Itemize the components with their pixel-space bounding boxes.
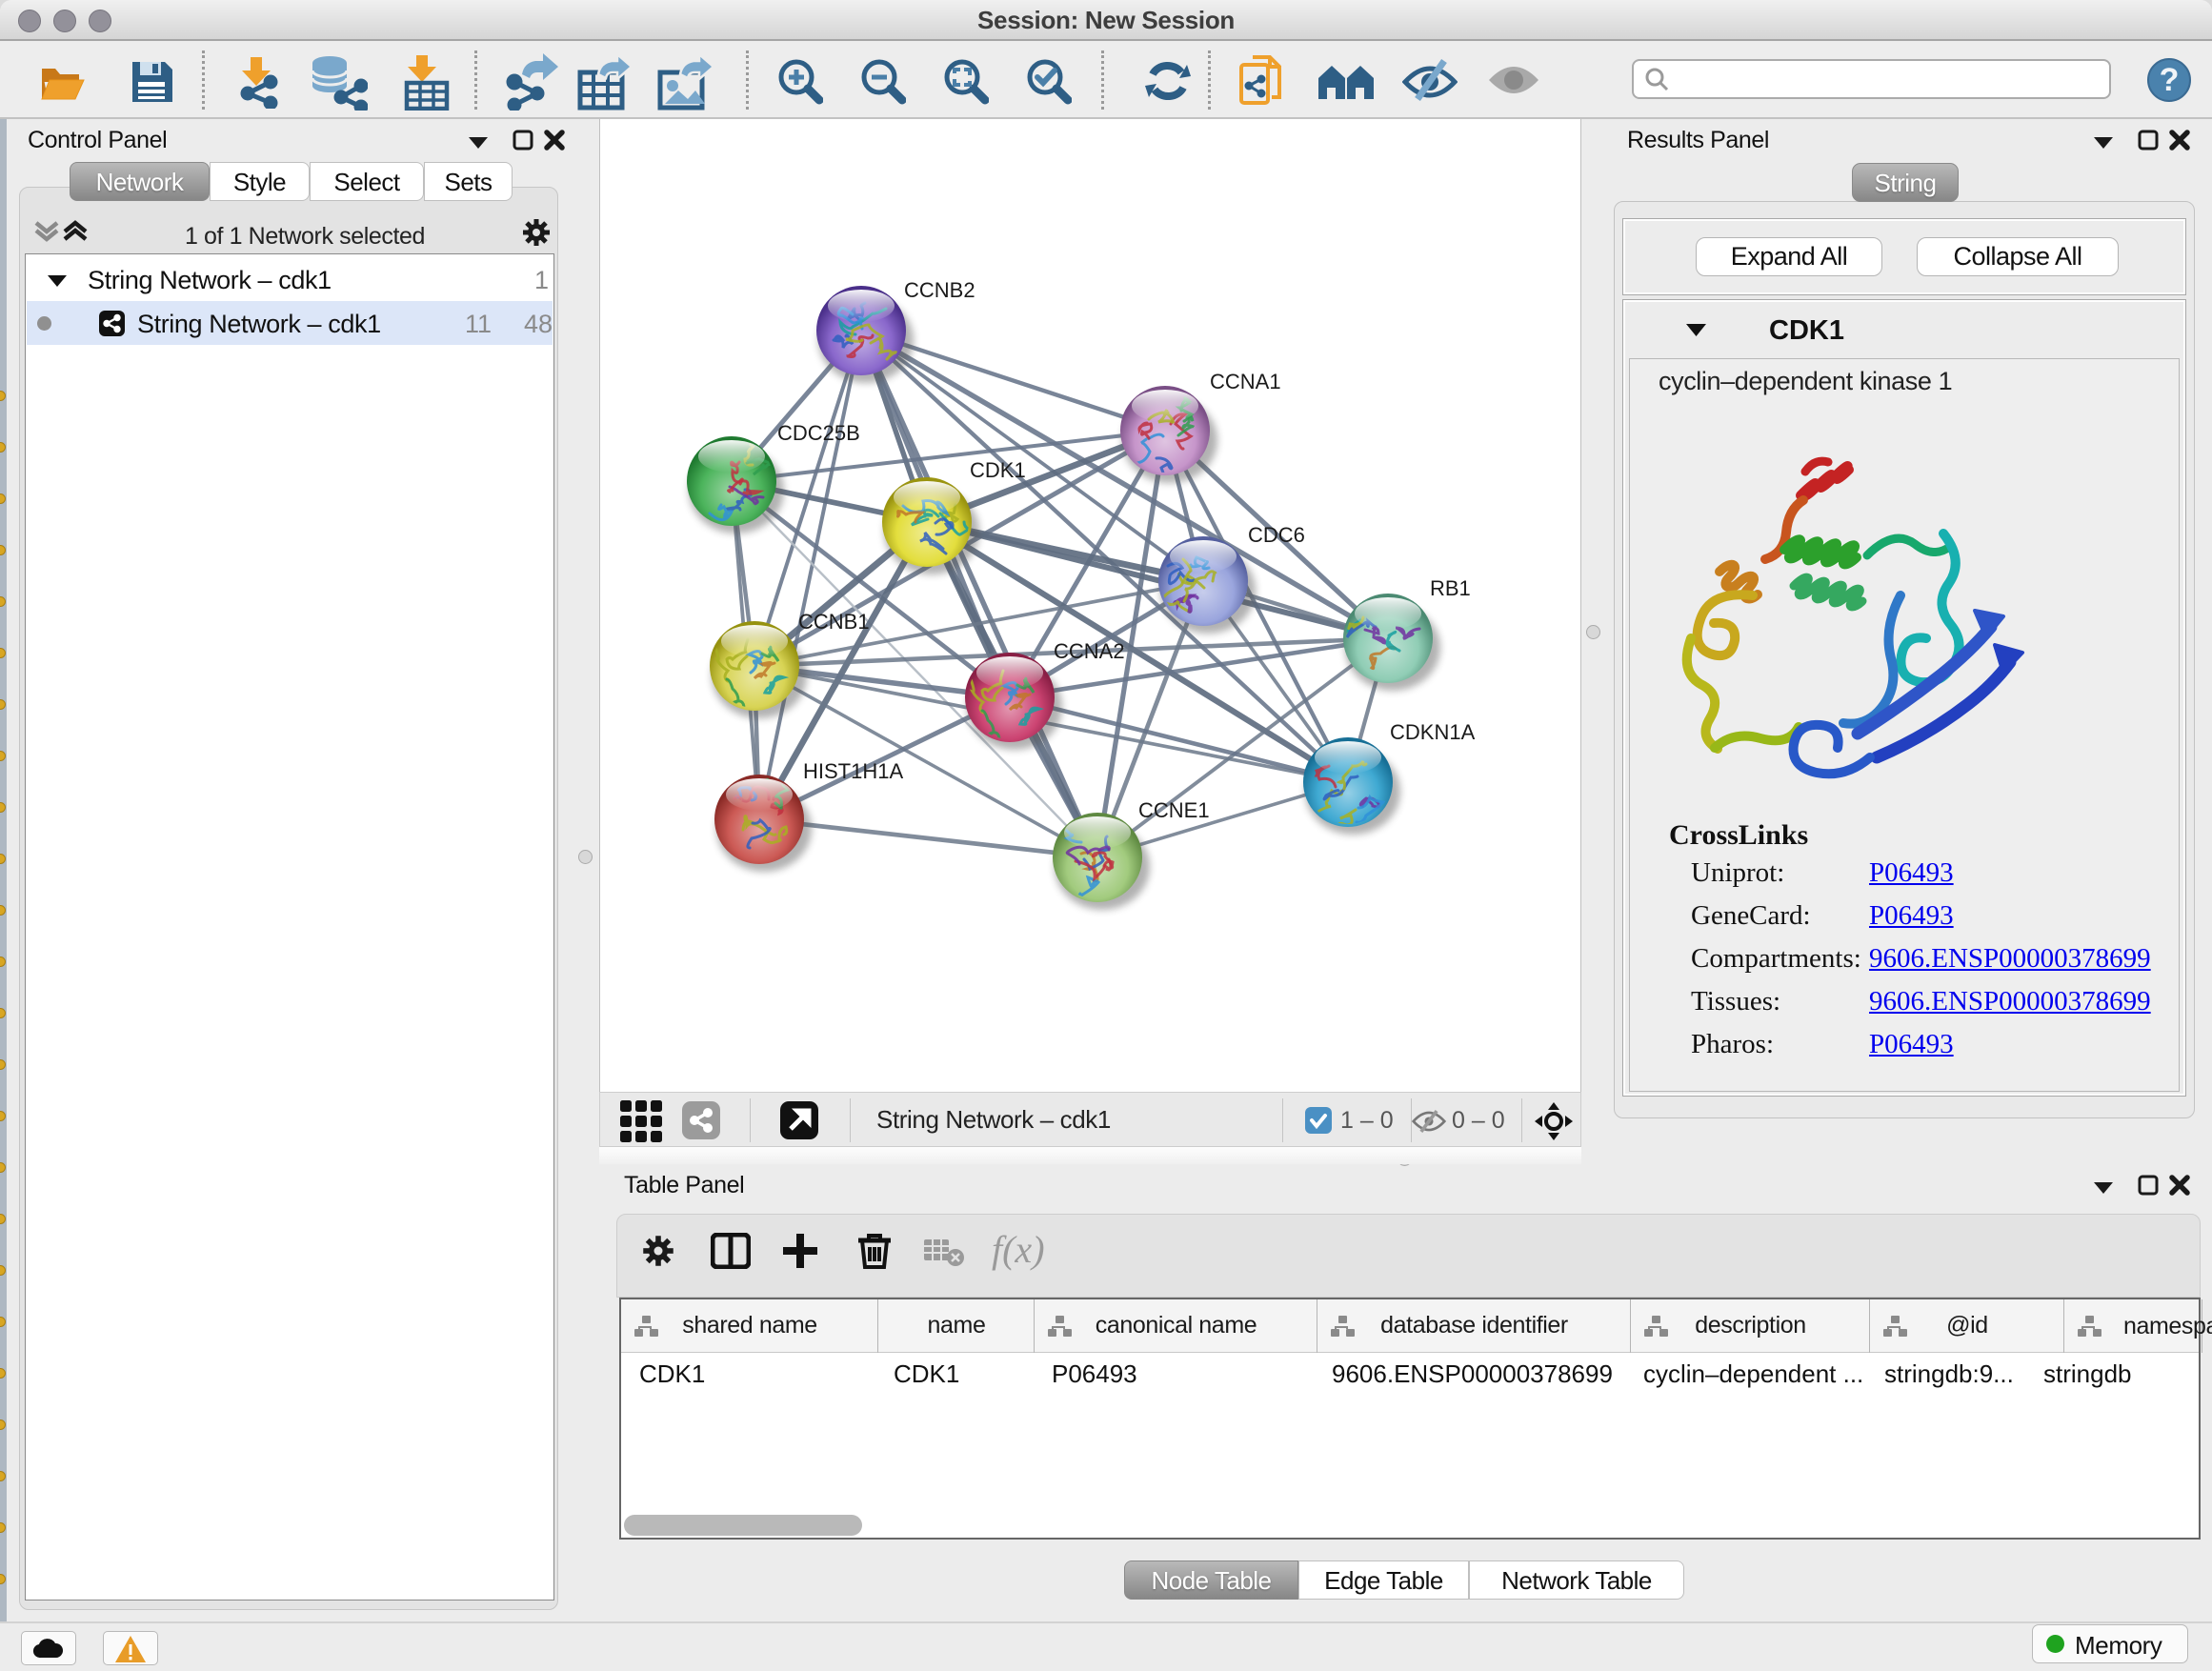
svg-text:CCNA2: CCNA2 xyxy=(1054,639,1125,663)
svg-text:RB1: RB1 xyxy=(1430,576,1471,600)
svg-text:CDK1: CDK1 xyxy=(970,458,1026,482)
svg-text:CDC6: CDC6 xyxy=(1248,523,1305,547)
svg-text:CCNB1: CCNB1 xyxy=(798,610,870,634)
svg-text:HIST1H1A: HIST1H1A xyxy=(803,759,903,783)
svg-text:CDKN1A: CDKN1A xyxy=(1390,720,1476,744)
svg-text:CCNB2: CCNB2 xyxy=(904,278,975,302)
svg-text:CCNA1: CCNA1 xyxy=(1210,370,1281,393)
svg-text:CDC25B: CDC25B xyxy=(777,421,860,445)
svg-text:CCNE1: CCNE1 xyxy=(1138,798,1210,822)
